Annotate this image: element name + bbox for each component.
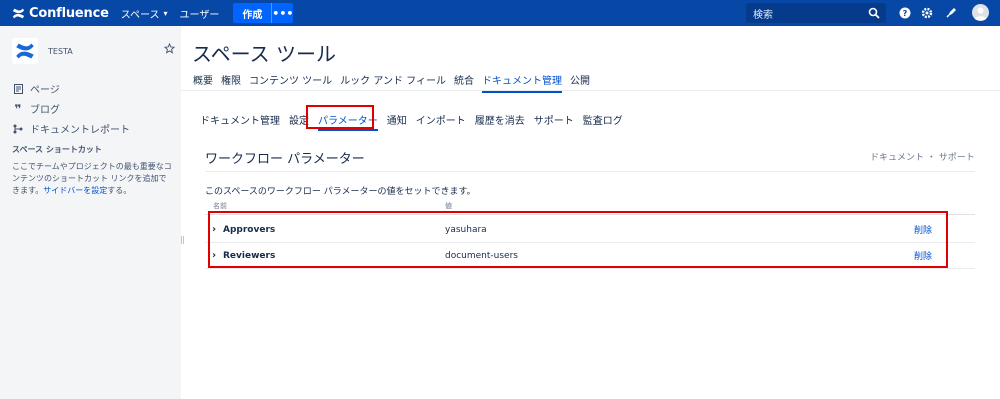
space-name[interactable]: TESTA <box>48 47 73 56</box>
space-logo[interactable] <box>12 38 38 64</box>
users-link[interactable]: ユーザー <box>180 6 220 21</box>
section-description: このスペースのワークフロー パラメーターの値をセットできます。 <box>205 187 476 197</box>
page-title: スペース ツール <box>192 42 336 66</box>
shortcuts-desc-suffix: する。 <box>107 186 132 195</box>
sidebar-item-label: ブログ <box>30 105 60 116</box>
confluence-logo-icon <box>12 8 25 18</box>
flow-icon <box>12 124 24 134</box>
page-icon <box>12 83 24 94</box>
user-avatar[interactable] <box>972 4 989 21</box>
notifications-rocket-icon[interactable] <box>944 6 958 20</box>
more-create-button[interactable]: ••• <box>271 3 293 23</box>
sidebar-resize-handle[interactable] <box>181 236 184 244</box>
configure-sidebar-link[interactable]: サイドバーを設定 <box>43 186 107 195</box>
section-title: ワークフロー パラメーター <box>205 152 365 167</box>
space-shortcuts-title: スペース ショートカット <box>12 145 102 154</box>
search-icon <box>868 7 880 19</box>
quote-icon: ❞ <box>14 101 22 116</box>
spaces-menu[interactable]: スペース ▾ <box>121 6 168 21</box>
top-navigation-bar: Confluence スペース ▾ ユーザー 作成 ••• 検索 ? <box>0 0 1000 26</box>
doc-support-links[interactable]: ドキュメント ・ サポート <box>870 150 975 163</box>
sidebar-item-label: ドキュメントレポート <box>30 125 130 136</box>
subtab-support[interactable]: サポート <box>534 112 574 131</box>
column-header-value: 値 <box>445 202 452 210</box>
space-shortcuts-description: ここでチームやプロジェクトの最も重要なコンテンツのショートカット リンクを追加で… <box>12 161 172 197</box>
users-label: ユーザー <box>179 9 220 21</box>
chevron-down-icon: ▾ <box>163 8 168 18</box>
subtab-import[interactable]: インポート <box>416 112 466 131</box>
space-logo-icon <box>16 43 34 59</box>
subtab-document-management[interactable]: ドキュメント管理 <box>200 112 280 131</box>
highlight-box-parameter-rows <box>208 211 948 268</box>
star-icon[interactable] <box>164 43 175 54</box>
section-divider <box>205 171 975 172</box>
subtab-clear-history[interactable]: 履歴を消去 <box>475 112 525 131</box>
sidebar-item-label: ページ <box>30 85 60 96</box>
sidebar-item-pages[interactable]: ページ <box>12 81 60 96</box>
app-name: Confluence <box>29 5 109 21</box>
settings-gear-icon[interactable] <box>920 6 934 20</box>
confluence-logo[interactable]: Confluence <box>12 0 109 26</box>
subtab-notifications[interactable]: 通知 <box>387 112 407 131</box>
search-input[interactable]: 検索 <box>746 3 886 23</box>
sidebar: TESTA ページ ❞ ブログ ドキュメントレポート スペース ショートカット … <box>0 26 181 399</box>
document-management-subtabs: ドキュメント管理 設定 パラメーター 通知 インポート 履歴を消去 サポート 監… <box>200 112 632 131</box>
sidebar-item-blog[interactable]: ❞ ブログ <box>12 101 60 117</box>
column-header-name: 名前 <box>213 202 227 210</box>
svg-text:?: ? <box>903 9 908 18</box>
search-placeholder: 検索 <box>753 9 773 21</box>
help-icon[interactable]: ? <box>898 6 912 20</box>
tabs-divider <box>181 90 1000 91</box>
subtab-audit-log[interactable]: 監査ログ <box>583 112 623 131</box>
space-header[interactable]: TESTA <box>12 38 73 64</box>
spaces-label: スペース <box>120 9 160 21</box>
avatar-icon <box>974 7 987 20</box>
create-button[interactable]: 作成 <box>233 3 272 23</box>
highlight-box-parameters-tab <box>306 105 374 129</box>
sidebar-item-document-report[interactable]: ドキュメントレポート <box>12 121 130 136</box>
